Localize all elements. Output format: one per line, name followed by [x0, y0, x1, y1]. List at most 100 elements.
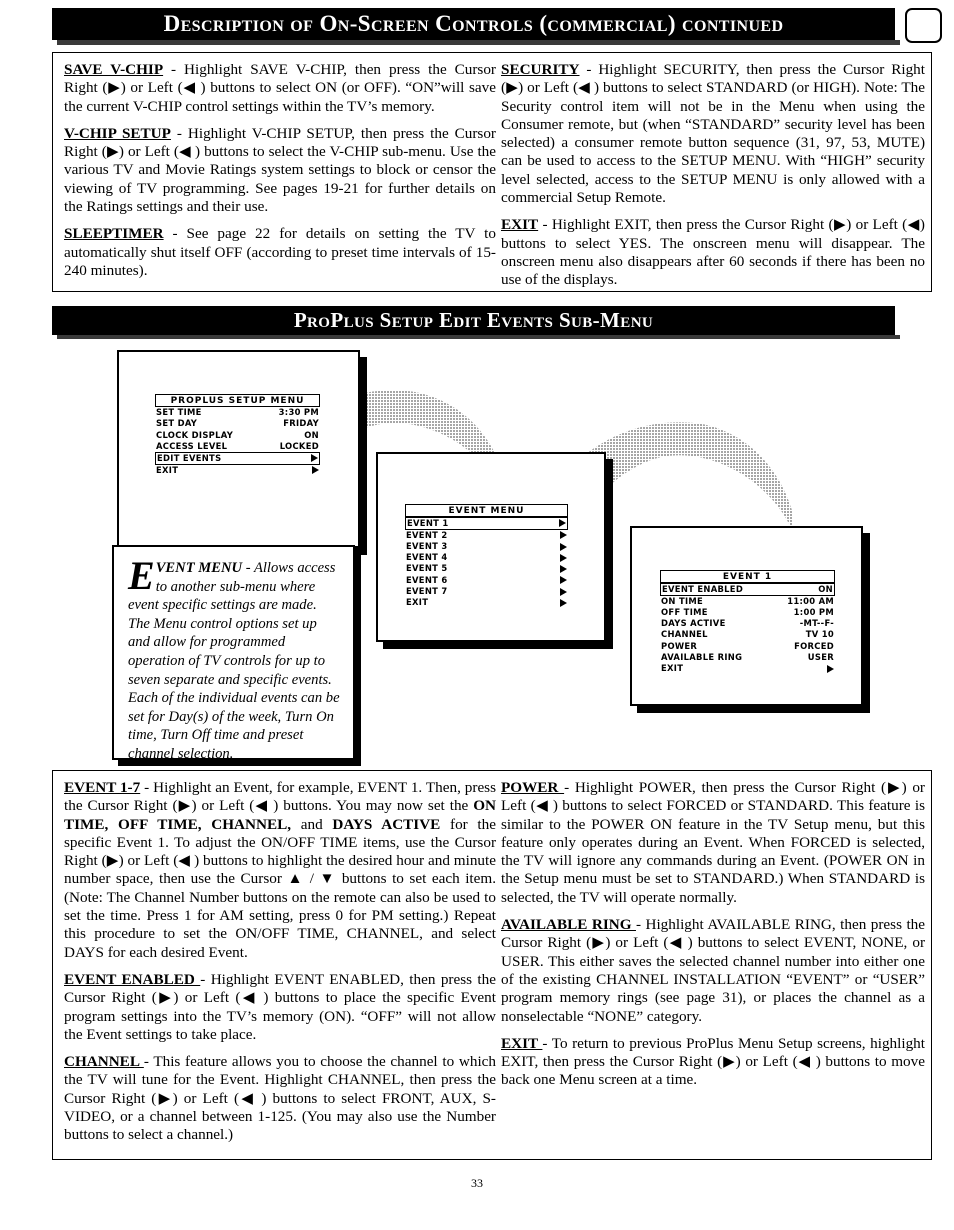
osd-row-label: SET TIME — [156, 407, 202, 417]
page-header-banner: Description of On-Screen Controls (comme… — [52, 8, 895, 40]
osd-row-label: EVENT 5 — [406, 563, 448, 574]
caption-body: - Allows access to another sub-menu wher… — [128, 560, 340, 762]
bottom-right-column: POWER - Highlight POWER, then press the … — [501, 771, 925, 1090]
osd-row-label: DAYS ACTIVE — [661, 618, 726, 629]
main-banner-shadow — [57, 40, 900, 45]
osd-row[interactable]: EVENT 7 — [405, 586, 568, 597]
osd-rows-event-menu: EVENT 1 EVENT 2 EVENT 3 EVENT 4 EVENT 5 … — [405, 517, 568, 609]
osd-row-selected[interactable]: EDIT EVENTS — [155, 452, 320, 465]
osd-title-event-menu: EVENT MENU — [405, 504, 568, 517]
term-exit-top: EXIT — [501, 216, 539, 234]
caption-lead: VENT MENU — [155, 560, 243, 576]
osd-row[interactable]: EVENT 3 — [405, 541, 568, 552]
paragraph-event-1-7-text-3: for the specific Event 1. To adjust the … — [64, 815, 496, 961]
osd-event-menu: EVENT MENU EVENT 1 EVENT 2 EVENT 3 EVENT… — [405, 504, 568, 609]
osd-row-label: ACCESS LEVEL — [156, 440, 228, 451]
term-event-1-7: EVENT 1-7 — [64, 779, 141, 796]
caption-text: E VENT MENU - Allows access to another su… — [114, 547, 353, 772]
osd-row[interactable]: ON TIME 11:00 AM — [660, 596, 835, 607]
osd-row-value: -MT--F- — [799, 618, 834, 629]
paragraph-event-enabled: EVENT ENABLED - Highlight EVENT ENABLED,… — [64, 971, 496, 1044]
chevron-right-icon — [311, 454, 318, 463]
osd-row-value: 11:00 AM — [787, 595, 834, 606]
paragraph-exit-bottom: EXIT - To return to previous ProPlus Men… — [501, 1035, 925, 1090]
osd-row[interactable]: EXIT — [660, 663, 835, 674]
osd-row-label: OFF TIME — [661, 606, 708, 617]
osd-row[interactable]: SET DAY FRIDAY — [155, 418, 320, 429]
osd-row-label: EVENT 3 — [406, 540, 448, 551]
osd-row-label: EXIT — [156, 464, 179, 475]
paragraph-exit-bottom-text: - To return to previous ProPlus Menu Set… — [501, 1034, 925, 1089]
osd-row-label: EVENT 6 — [406, 574, 448, 585]
osd-row-label: EDIT EVENTS — [157, 452, 222, 463]
term-available-ring: AVAILABLE RING — [501, 916, 636, 934]
osd-rows-proplus: SET TIME 3:30 PM SET DAY FRIDAY CLOCK DISP… — [155, 407, 320, 476]
chevron-right-icon — [560, 542, 567, 551]
osd-row[interactable]: EXIT — [155, 465, 320, 476]
sub-banner-shadow — [57, 335, 900, 339]
osd-row[interactable]: POWER FORCED — [660, 641, 835, 652]
term-channel: CHANNEL — [64, 1053, 144, 1071]
term-power: POWER — [501, 779, 565, 796]
osd-row-value: USER — [807, 652, 834, 663]
term-save-vchip: SAVE V-CHIP — [64, 61, 164, 78]
osd-row[interactable]: ACCESS LEVEL LOCKED — [155, 441, 320, 452]
paragraph-event-1-7-bold-2: DAYS ACTIVE — [332, 815, 441, 833]
osd-row-label: EVENT 1 — [407, 517, 449, 528]
section-header-banner: ProPlus Setup Edit Events Sub-Menu — [52, 306, 895, 335]
paragraph-exit-top: EXIT - Highlight EXIT, then press the Cu… — [501, 216, 925, 289]
osd-row[interactable]: EVENT 4 — [405, 552, 568, 563]
osd-row-label: AVAILABLE RING — [661, 652, 743, 663]
osd-row[interactable]: EVENT 2 — [405, 530, 568, 541]
top-description-box: SAVE V-CHIP - Highlight SAVE V-CHIP, the… — [52, 52, 932, 292]
osd-row-value: ON — [304, 429, 319, 440]
chevron-right-icon — [559, 519, 566, 528]
osd-row[interactable]: EVENT 5 — [405, 563, 568, 574]
chevron-right-icon — [560, 599, 567, 608]
paragraph-security: SECURITY - Highlight SECURITY, then pres… — [501, 61, 925, 207]
osd-row-selected[interactable]: EVENT ENABLED ON — [660, 583, 835, 596]
osd-row-value: ON — [818, 583, 833, 594]
osd-row[interactable]: EXIT — [405, 597, 568, 608]
section-title: ProPlus Setup Edit Events Sub-Menu — [293, 308, 654, 332]
paragraph-security-text: - Highlight SECURITY, then press the Cur… — [501, 61, 925, 207]
osd-row[interactable]: CLOCK DISPLAY ON — [155, 430, 320, 441]
osd-row-label: EVENT ENABLED — [662, 583, 744, 594]
osd-proplus-setup-menu: PROPLUS SETUP MENU SET TIME 3:30 PM SET D… — [155, 394, 320, 476]
osd-row-value: FORCED — [794, 640, 834, 651]
osd-row[interactable]: DAYS ACTIVE -MT--F- — [660, 618, 835, 629]
paragraph-exit-top-text: - Highlight EXIT, then press the Cursor … — [501, 216, 925, 289]
osd-row[interactable]: CHANNEL TV 10 — [660, 629, 835, 640]
term-security: SECURITY — [501, 61, 580, 78]
caption-box: E VENT MENU - Allows access to another su… — [112, 545, 355, 762]
tv-screen-event-1: EVENT 1 EVENT ENABLED ON ON TIME 11:00 AM … — [630, 526, 863, 706]
paragraph-channel: CHANNEL - This feature allows you to cho… — [64, 1053, 496, 1144]
osd-row-label: POWER — [661, 640, 698, 651]
osd-row[interactable]: AVAILABLE RING USER — [660, 652, 835, 663]
osd-rows-event-1: EVENT ENABLED ON ON TIME 11:00 AM OFF TIME… — [660, 583, 835, 675]
paragraph-power: POWER - Highlight POWER, then press the … — [501, 779, 925, 907]
osd-row-value: FRIDAY — [283, 418, 319, 429]
top-right-column: SECURITY - Highlight SECURITY, then pres… — [501, 53, 925, 290]
caption-dropcap: E — [128, 553, 155, 598]
osd-row-selected[interactable]: EVENT 1 — [405, 517, 568, 530]
osd-title-proplus: PROPLUS SETUP MENU — [155, 394, 320, 407]
osd-row-label: ON TIME — [661, 595, 704, 606]
osd-row[interactable]: SET TIME 3:30 PM — [155, 407, 320, 418]
term-event-enabled: EVENT ENABLED — [64, 970, 201, 988]
osd-row[interactable]: EVENT 6 — [405, 575, 568, 586]
osd-row-label: SET DAY — [156, 418, 198, 429]
osd-row-value: 1:00 PM — [793, 606, 834, 617]
osd-row[interactable]: OFF TIME 1:00 PM — [660, 607, 835, 618]
term-vchip-setup: V-CHIP SETUP — [64, 124, 171, 142]
osd-row-label: EVENT 4 — [406, 552, 448, 563]
chevron-right-icon — [827, 665, 834, 674]
osd-title-event-1: EVENT 1 — [660, 570, 835, 583]
osd-row-label: EXIT — [406, 597, 429, 608]
paragraph-save-vchip: SAVE V-CHIP - Highlight SAVE V-CHIP, the… — [64, 61, 496, 116]
osd-row-value: LOCKED — [279, 440, 319, 451]
chevron-right-icon — [560, 576, 567, 585]
rounded-square-icon — [905, 8, 942, 43]
paragraph-power-text: - Highlight POWER, then press the Cursor… — [501, 779, 925, 906]
osd-event-1: EVENT 1 EVENT ENABLED ON ON TIME 11:00 AM … — [660, 570, 835, 675]
